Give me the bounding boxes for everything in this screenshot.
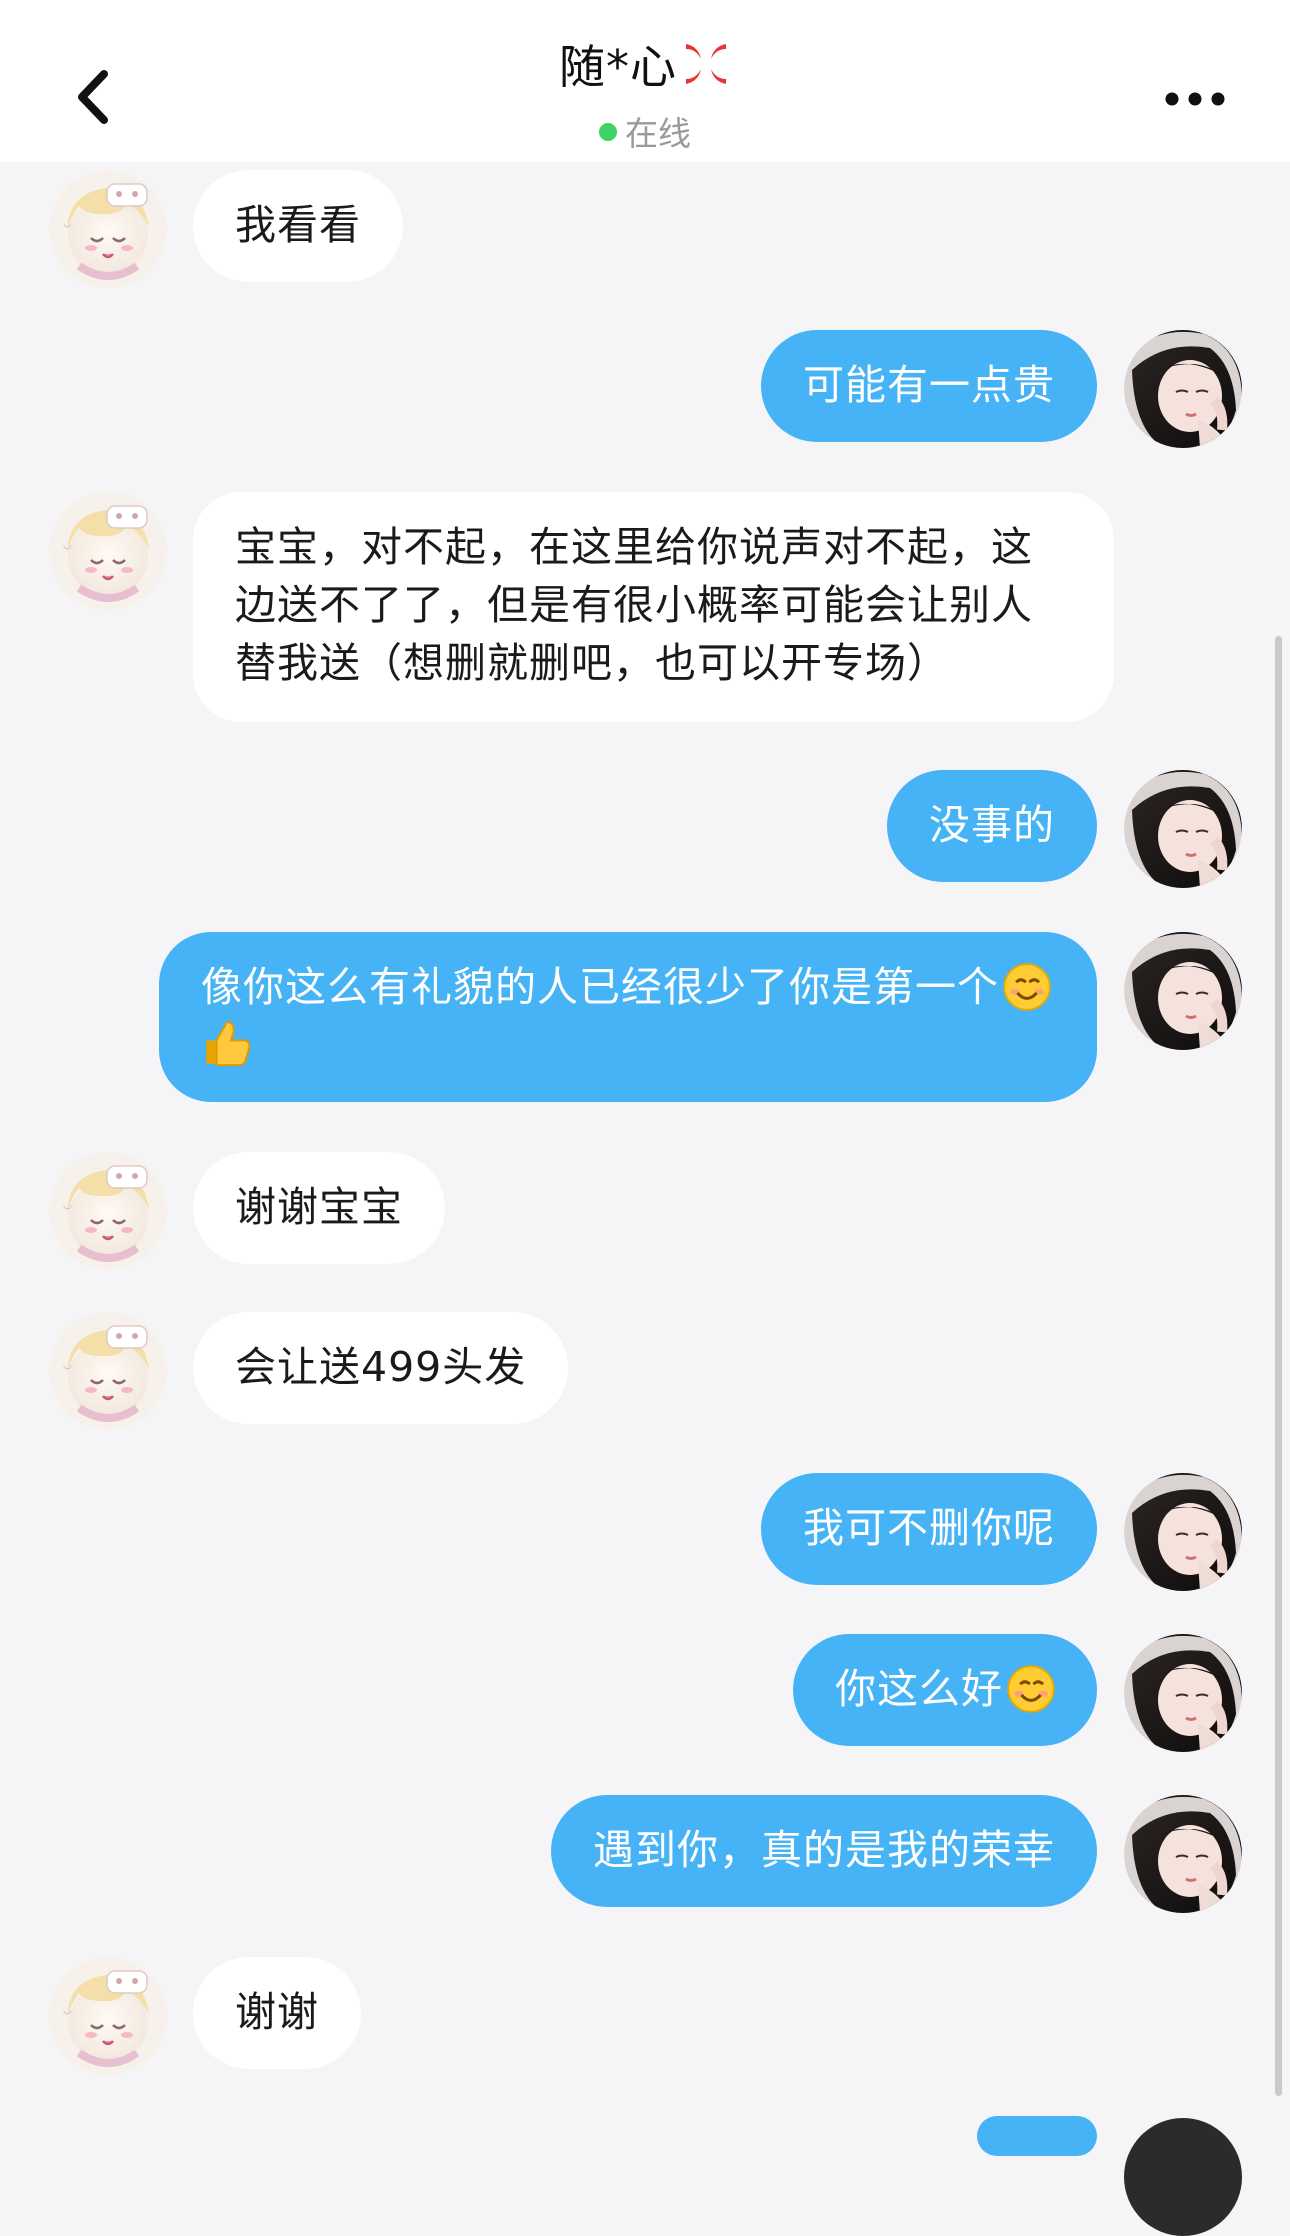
- message-text: 可能有一点贵: [803, 361, 1055, 409]
- message-text: 你这么好: [835, 1665, 1003, 1713]
- my-avatar[interactable]: [1124, 330, 1242, 448]
- online-dot-icon: [599, 123, 617, 141]
- message-bubble-outgoing[interactable]: 像你这么有礼貌的人已经很少了你是第一个: [159, 932, 1097, 1102]
- my-avatar[interactable]: [1124, 1473, 1242, 1591]
- message-list[interactable]: 我看看 可能有一点贵 宝宝，对不起，在这里给你说声对不起，这边送不了了，但是有很…: [0, 162, 1290, 2124]
- message-bubble-outgoing[interactable]: 你这么好: [793, 1634, 1097, 1746]
- contact-avatar[interactable]: [49, 1152, 167, 1270]
- contact-avatar[interactable]: [49, 492, 167, 610]
- message-text: 我可不删你呢: [803, 1504, 1055, 1552]
- message-bubble-outgoing[interactable]: 没事的: [887, 770, 1097, 882]
- smiling-face-icon: [1003, 1665, 1055, 1713]
- more-options-button[interactable]: [1160, 74, 1230, 124]
- message-text: 宝宝，对不起，在这里给你说声对不起，这边送不了了，但是有很小概率可能会让别人替我…: [235, 523, 1033, 687]
- message-text: 没事的: [929, 801, 1055, 849]
- message-text: 谢谢宝宝: [235, 1183, 403, 1231]
- message-bubble-outgoing-partial[interactable]: [977, 2116, 1097, 2156]
- message-text: 谢谢: [235, 1988, 319, 2036]
- my-avatar[interactable]: [1124, 770, 1242, 888]
- online-status: 在线: [0, 114, 1290, 154]
- contact-name: 随*心: [559, 40, 677, 94]
- thumbs-up-icon: [201, 1021, 253, 1069]
- message-bubble-incoming[interactable]: 我看看: [193, 170, 403, 282]
- my-avatar[interactable]: [1124, 932, 1242, 1050]
- message-bubble-incoming[interactable]: 谢谢: [193, 1957, 361, 2069]
- message-text: 像你这么有礼貌的人已经很少了你是第一个: [201, 963, 999, 1011]
- message-bubble-incoming[interactable]: 宝宝，对不起，在这里给你说声对不起，这边送不了了，但是有很小概率可能会让别人替我…: [193, 492, 1114, 722]
- message-text: 遇到你，真的是我的荣幸: [593, 1826, 1055, 1874]
- anger-symbol-icon: [681, 39, 731, 102]
- message-bubble-incoming[interactable]: 会让送499头发: [193, 1312, 569, 1424]
- more-dots-icon: [1165, 92, 1225, 106]
- message-bubble-outgoing[interactable]: 遇到你，真的是我的荣幸: [551, 1795, 1097, 1907]
- chat-title: 随*心: [0, 38, 1290, 102]
- my-avatar[interactable]: [1124, 1795, 1242, 1913]
- my-avatar[interactable]: [1124, 1634, 1242, 1752]
- smiling-face-icon: [999, 963, 1051, 1011]
- message-bubble-outgoing[interactable]: 我可不删你呢: [761, 1473, 1097, 1585]
- contact-avatar[interactable]: [49, 1312, 167, 1430]
- my-avatar-partial[interactable]: [1124, 2118, 1242, 2236]
- chat-header: 随*心 在线: [0, 0, 1290, 162]
- contact-avatar[interactable]: [49, 170, 167, 288]
- message-bubble-outgoing[interactable]: 可能有一点贵: [761, 330, 1097, 442]
- message-text: 会让送499头发: [235, 1343, 527, 1391]
- online-status-label: 在线: [625, 114, 691, 153]
- message-bubble-incoming[interactable]: 谢谢宝宝: [193, 1152, 445, 1264]
- message-text: 我看看: [235, 201, 361, 249]
- contact-avatar[interactable]: [49, 1957, 167, 2075]
- scrollbar[interactable]: [1275, 636, 1282, 2096]
